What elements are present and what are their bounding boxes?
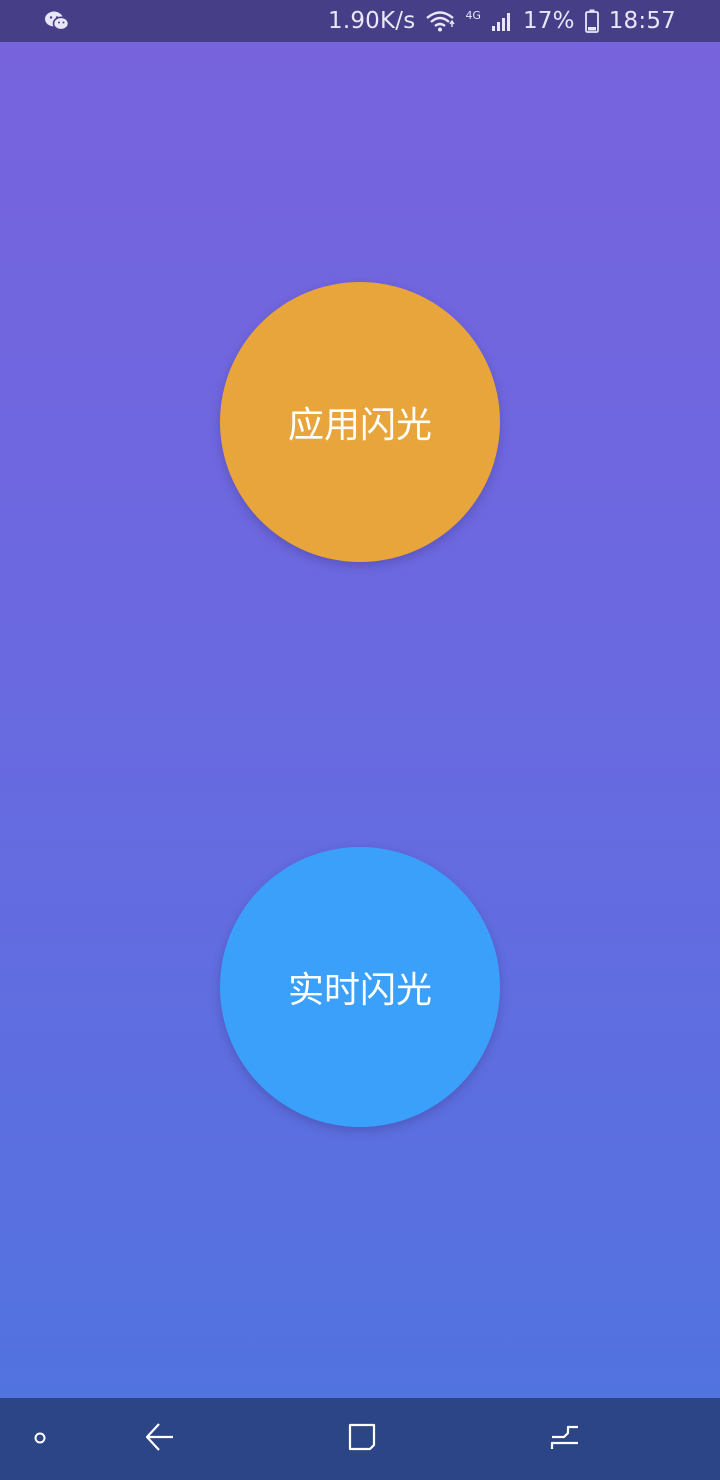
wechat-icon — [44, 10, 70, 32]
dot-icon — [33, 1430, 47, 1449]
signal-icon — [491, 10, 513, 32]
network-speed: 1.90K/s — [328, 8, 416, 34]
recent-apps-icon — [548, 1421, 580, 1457]
back-icon — [143, 1420, 177, 1458]
realtime-flash-button[interactable]: 实时闪光 — [220, 847, 500, 1127]
main-content: 应用闪光 实时闪光 — [0, 42, 720, 1398]
status-bar: 1.90K/s 4G 17% 18:57 — [0, 0, 720, 42]
status-right: 1.90K/s 4G 17% 18:57 — [328, 8, 676, 34]
nav-back-button[interactable] — [130, 1398, 190, 1480]
wifi-icon — [425, 9, 456, 33]
nav-recent-apps-button[interactable] — [534, 1398, 594, 1480]
battery-icon — [584, 9, 599, 33]
network-type-label: 4G — [465, 8, 481, 22]
nav-home-button[interactable] — [332, 1398, 392, 1480]
battery-percent: 17% — [522, 8, 575, 34]
home-icon — [346, 1421, 378, 1457]
clock-time: 18:57 — [608, 8, 676, 34]
network-type-4g: 4G — [465, 10, 481, 33]
navigation-bar — [0, 1398, 720, 1480]
apply-flash-button[interactable]: 应用闪光 — [220, 282, 500, 562]
status-left — [44, 10, 70, 32]
apply-flash-label: 应用闪光 — [287, 405, 432, 446]
nav-dot-button[interactable] — [20, 1398, 60, 1480]
realtime-flash-label: 实时闪光 — [287, 970, 432, 1011]
